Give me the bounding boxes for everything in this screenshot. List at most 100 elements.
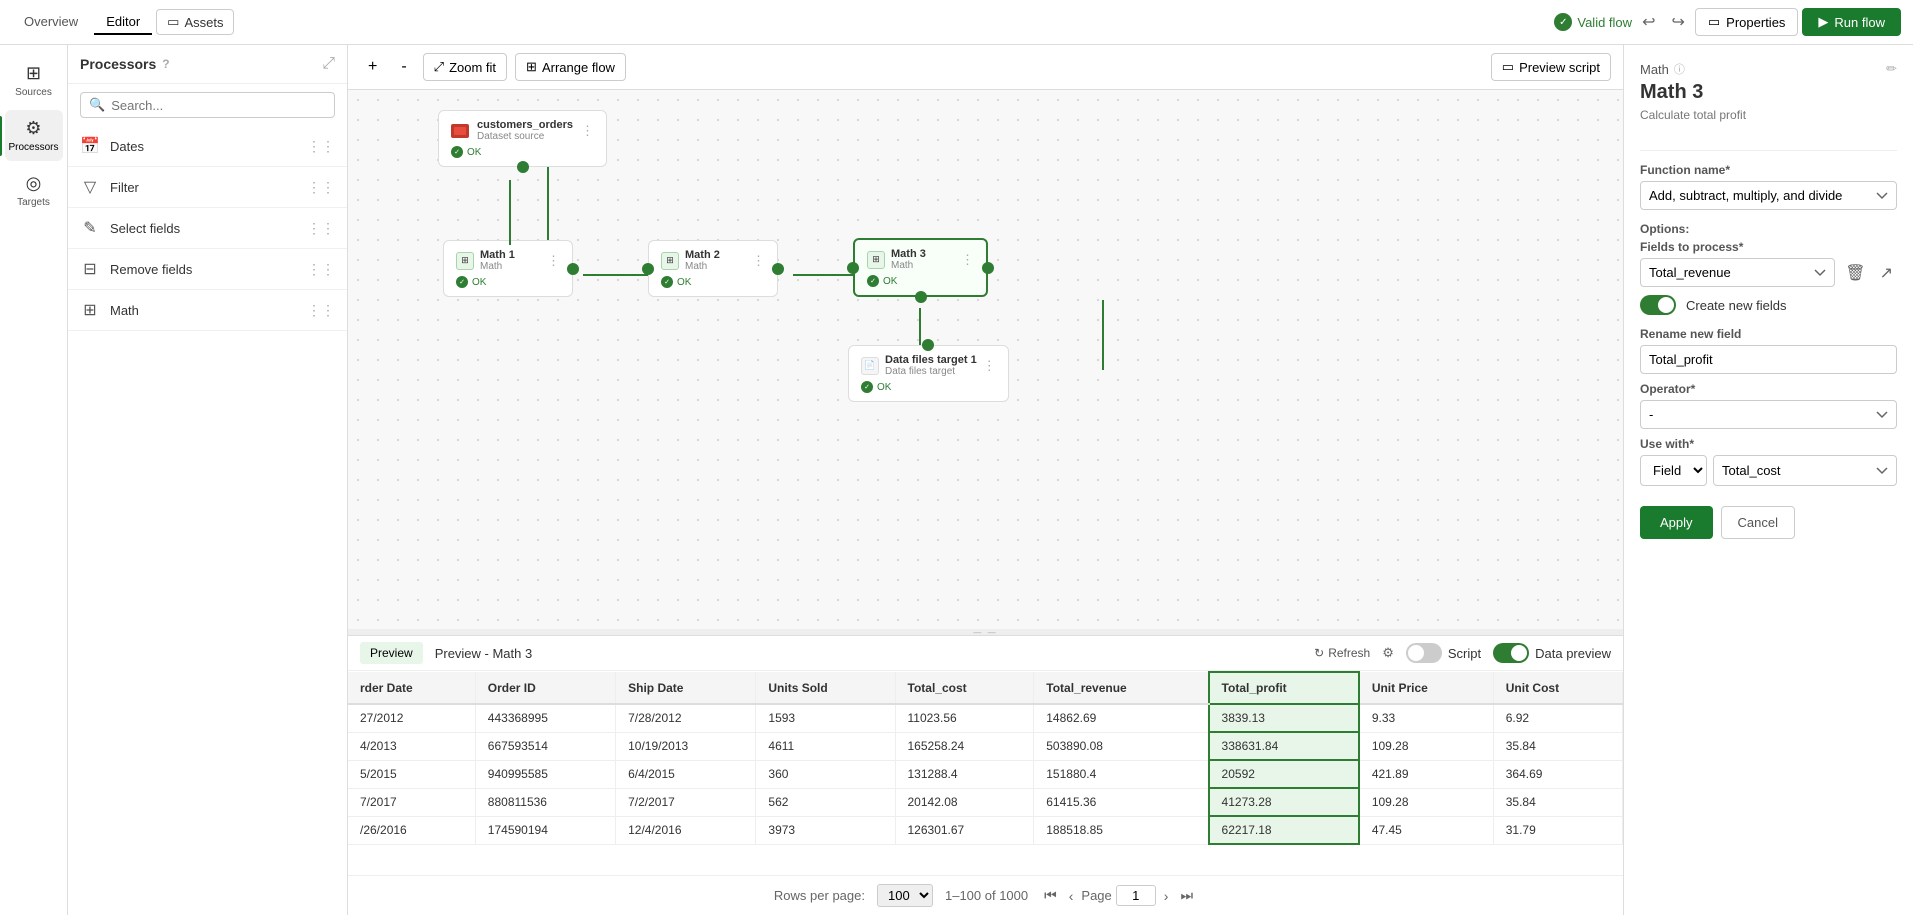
- sidebar-item-targets[interactable]: ◎ Targets: [5, 165, 63, 216]
- script-toggle[interactable]: [1406, 643, 1442, 663]
- sidebar-item-sources[interactable]: ⊞ Sources: [5, 55, 63, 106]
- undo-button[interactable]: ↩: [1636, 8, 1661, 36]
- preview-title: Preview - Math 3: [435, 646, 533, 661]
- table-header-row: rder Date Order ID Ship Date Units Sold …: [348, 672, 1623, 704]
- page-number-input[interactable]: [1116, 885, 1156, 906]
- table-cell: 4/2013: [348, 732, 475, 760]
- target-menu-icon[interactable]: ⋮: [983, 358, 996, 374]
- tab-editor[interactable]: Editor: [94, 10, 152, 35]
- math2-node[interactable]: ⊞ Math 2 Math ⋮ ✓ OK: [648, 240, 778, 297]
- zoom-out-button[interactable]: -: [393, 54, 414, 80]
- first-page-button[interactable]: ⏮: [1040, 885, 1061, 906]
- target-node[interactable]: 📄 Data files target 1 Data files target …: [848, 345, 1009, 402]
- table-cell: 14862.69: [1034, 704, 1209, 732]
- add-field-button[interactable]: ↗: [1876, 259, 1897, 287]
- zoom-in-button[interactable]: +: [360, 54, 385, 80]
- apply-button[interactable]: Apply: [1640, 506, 1713, 539]
- settings-icon[interactable]: ⚙: [1382, 645, 1394, 661]
- processor-item-filter[interactable]: ▽ Filter ⋮⋮: [68, 167, 347, 208]
- arrange-flow-button[interactable]: ⊞ Arrange flow: [515, 53, 626, 81]
- run-flow-button[interactable]: ▶ Run flow: [1802, 8, 1901, 36]
- math1-node[interactable]: ⊞ Math 1 Math ⋮ ✓ OK: [443, 240, 573, 297]
- processors-collapse-icon[interactable]: ⤢: [322, 55, 335, 73]
- sidebar-item-processors[interactable]: ⚙ Processors: [5, 110, 63, 161]
- sources-icon: ⊞: [26, 63, 41, 84]
- total-profit-cell: 338631.84: [1209, 732, 1359, 760]
- search-input[interactable]: [111, 98, 326, 113]
- prev-page-button[interactable]: ‹: [1065, 886, 1078, 906]
- upper-area: + - ⤢ Zoom fit ⊞ Arrange flow ▭ Preview …: [348, 45, 1913, 915]
- preview-script-button[interactable]: ▭ Preview script: [1491, 53, 1611, 81]
- canvas-toolbar: + - ⤢ Zoom fit ⊞ Arrange flow ▭ Preview …: [348, 45, 1623, 90]
- cancel-button[interactable]: Cancel: [1721, 506, 1795, 539]
- preview-tab-button[interactable]: Preview: [360, 642, 423, 664]
- math2-menu-icon[interactable]: ⋮: [752, 253, 765, 269]
- create-new-fields-toggle[interactable]: [1640, 295, 1676, 315]
- properties-button[interactable]: ▭ Properties: [1695, 8, 1799, 36]
- right-panel-edit-icon[interactable]: ✏: [1886, 61, 1897, 77]
- right-panel-type-row: Math ⓘ ✏: [1640, 61, 1897, 77]
- next-page-button[interactable]: ›: [1160, 886, 1173, 906]
- processor-item-dates[interactable]: 📅 Dates ⋮⋮: [68, 126, 347, 167]
- table-cell: 7/2/2017: [616, 788, 756, 816]
- target-title: Data files target 1: [885, 354, 977, 366]
- preview-script-icon: ▭: [1502, 59, 1514, 75]
- source-menu-icon[interactable]: ⋮: [581, 123, 594, 139]
- math1-menu-icon[interactable]: ⋮: [547, 253, 560, 269]
- source-node[interactable]: customers_orders Dataset source ⋮ ✓ OK: [438, 110, 607, 167]
- create-new-fields-label: Create new fields: [1686, 298, 1786, 313]
- refresh-button[interactable]: ↻ Refresh: [1314, 646, 1370, 660]
- flow-canvas[interactable]: customers_orders Dataset source ⋮ ✓ OK: [348, 90, 1623, 629]
- processors-panel: Processors ? ⤢ 🔍 📅 Dates ⋮⋮ ▽ Filter ⋮⋮ …: [68, 45, 348, 915]
- table-cell: 131288.4: [895, 760, 1034, 788]
- table-cell: 20142.08: [895, 788, 1034, 816]
- math2-status: ✓ OK: [661, 276, 765, 288]
- use-with-value-select[interactable]: Total_cost: [1713, 455, 1897, 486]
- table-row: 7/20178808115367/2/201756220142.0861415.…: [348, 788, 1623, 816]
- math3-connector-left: [847, 262, 859, 274]
- right-panel-help-icon[interactable]: ⓘ: [1674, 61, 1685, 77]
- data-preview-toggle[interactable]: [1493, 643, 1529, 663]
- zoom-fit-button[interactable]: ⤢ Zoom fit: [423, 53, 507, 81]
- delete-field-button[interactable]: 🗑: [1841, 259, 1869, 287]
- use-with-type-select[interactable]: Field: [1640, 455, 1707, 486]
- processor-item-select-fields[interactable]: ✎ Select fields ⋮⋮: [68, 208, 347, 249]
- rename-new-field-input[interactable]: [1640, 345, 1897, 374]
- right-panel-name: Math 3: [1640, 81, 1897, 104]
- table-cell: 61415.36: [1034, 788, 1209, 816]
- table-cell: 5/2015: [348, 760, 475, 788]
- table-footer: Rows per page: 100 50 200 1–100 of 1000 …: [348, 875, 1623, 915]
- data-table-wrapper[interactable]: rder Date Order ID Ship Date Units Sold …: [348, 671, 1623, 875]
- rows-per-page-select[interactable]: 100 50 200: [877, 884, 933, 907]
- last-page-button[interactable]: ⏭: [1176, 885, 1197, 906]
- function-name-select[interactable]: Add, subtract, multiply, and divide: [1640, 181, 1897, 210]
- table-cell: 7/28/2012: [616, 704, 756, 732]
- processors-help-icon[interactable]: ?: [162, 57, 169, 71]
- col-header-unit-cost: Unit Cost: [1493, 672, 1622, 704]
- processor-item-math[interactable]: ⊞ Math ⋮⋮: [68, 290, 347, 331]
- table-cell: 880811536: [475, 788, 615, 816]
- redo-button[interactable]: ↪: [1665, 8, 1690, 36]
- tab-assets[interactable]: ▭ Assets: [156, 9, 234, 35]
- search-icon: 🔍: [89, 97, 105, 113]
- math3-connector-right: [982, 262, 994, 274]
- fields-to-process-select[interactable]: Total_revenue: [1640, 258, 1835, 287]
- target-icon: 📄: [861, 357, 879, 375]
- col-header-order-id: Order ID: [475, 672, 615, 704]
- table-cell: 4611: [756, 732, 895, 760]
- table-cell: 27/2012: [348, 704, 475, 732]
- operator-select[interactable]: -: [1640, 400, 1897, 429]
- math2-title: Math 2: [685, 249, 720, 261]
- tab-overview[interactable]: Overview: [12, 10, 90, 35]
- table-cell: 360: [756, 760, 895, 788]
- preview-header: Preview Preview - Math 3 ↻ Refresh ⚙: [348, 636, 1623, 671]
- processor-item-remove-fields[interactable]: ⊟ Remove fields ⋮⋮: [68, 249, 347, 290]
- table-cell: 6/4/2015: [616, 760, 756, 788]
- rename-new-field-label: Rename new field: [1640, 327, 1897, 341]
- math3-node[interactable]: ⊞ Math 3 Math ⋮ ✓ OK: [853, 238, 988, 297]
- math3-menu-icon[interactable]: ⋮: [961, 252, 974, 268]
- data-table: rder Date Order ID Ship Date Units Sold …: [348, 671, 1623, 845]
- script-toggle-label: Script: [1406, 643, 1481, 663]
- math2-connector-left: [642, 263, 654, 275]
- remove-fields-drag-icon: ⋮⋮: [307, 261, 335, 278]
